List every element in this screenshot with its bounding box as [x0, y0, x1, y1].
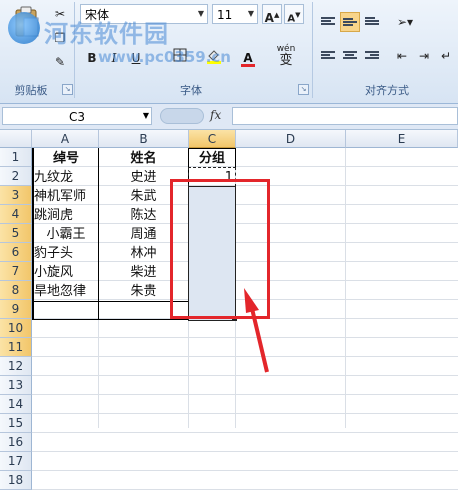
chevron-down-icon[interactable]: ▼ [140, 107, 152, 125]
font-color-button[interactable]: A [238, 48, 258, 68]
chevron-down-icon: ▼ [197, 9, 205, 18]
shrink-font-button[interactable]: A▼ [284, 4, 304, 24]
gridline [32, 470, 458, 471]
row-header-17[interactable]: 17 [0, 452, 32, 471]
font-launcher-icon[interactable]: ↘ [298, 84, 309, 95]
align-bottom-icon[interactable] [362, 12, 382, 32]
align-center-icon[interactable] [340, 46, 360, 66]
chevron-down-icon: ▼ [247, 9, 255, 18]
gridline [32, 432, 458, 433]
group-divider [312, 2, 313, 98]
decrease-indent-icon[interactable]: ⇤ [392, 46, 412, 66]
clipboard-group-label: 剪贴板 [14, 84, 48, 97]
align-left-icon[interactable] [318, 46, 338, 66]
clipboard-launcher-icon[interactable]: ↘ [62, 84, 73, 95]
orientation-icon[interactable]: ➢▾ [390, 12, 420, 32]
font-size-select[interactable]: 11 ▼ [212, 4, 258, 24]
ribbon: ✂ ❐ ✎ 剪贴板 ↘ 宋体 ▼ 11 ▼ A▲ A▼ B I U A wén … [0, 0, 458, 104]
wrap-text-icon[interactable]: ↵ [436, 46, 456, 66]
highlight-arrow [244, 288, 269, 373]
formula-input[interactable] [232, 107, 458, 125]
insert-function-button[interactable]: fx [210, 108, 221, 122]
formula-bar-splitter[interactable] [160, 108, 204, 124]
align-right-icon[interactable] [362, 46, 382, 66]
watermark-logo [8, 12, 40, 44]
alignment-group-label: 对齐方式 [365, 84, 409, 97]
name-box[interactable]: C3 [2, 107, 152, 125]
gridline [32, 451, 458, 452]
font-color-swatch [241, 64, 255, 67]
align-middle-icon[interactable] [340, 12, 360, 32]
watermark-url: www.pc0359.cn [98, 48, 231, 66]
font-group-label: 字体 [180, 84, 202, 97]
align-top-icon[interactable] [318, 12, 338, 32]
formula-bar: C3 ▼ fx [0, 104, 458, 130]
spreadsheet-grid: A B C D E 1 2 3 4 5 6 7 8 9 10 11 12 13 14 15 16 17 18 绰号… [0, 130, 458, 490]
increase-indent-icon[interactable]: ⇥ [414, 46, 434, 66]
phonetic-guide-button[interactable]: wén 变 [272, 44, 300, 70]
format-painter-icon[interactable]: ✎ [50, 52, 70, 72]
grow-font-button[interactable]: A▲ [262, 4, 282, 25]
font-size-value: 11 [217, 8, 233, 22]
row-header-16[interactable]: 16 [0, 433, 32, 452]
row-header-18[interactable]: 18 [0, 471, 32, 490]
watermark-site-name: 河东软件园 [44, 19, 169, 48]
